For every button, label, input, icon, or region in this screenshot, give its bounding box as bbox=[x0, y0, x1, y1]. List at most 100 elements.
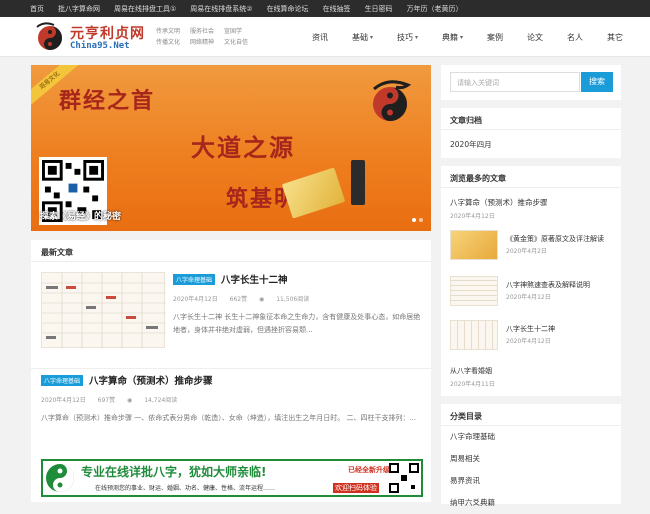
popular-title[interactable]: 八字神煞速查表及解释说明 bbox=[506, 280, 590, 290]
article-views: 14,724阅读 bbox=[144, 397, 178, 404]
eye-icon: ◉ bbox=[127, 397, 133, 404]
popular-date: 2020年4月11日 bbox=[450, 381, 495, 388]
eye-icon: ◉ bbox=[259, 296, 265, 303]
sidebar-categories: 分类目录 八字命理基础 周易相关 易界资讯 纳甲六爻典籍 bbox=[441, 404, 621, 507]
sidebar-popular: 浏览最多的文章 八字算命（预测术）推命步骤 2020年4月12日 《黄金策》原著… bbox=[441, 166, 621, 396]
nav-label: 基础 bbox=[352, 32, 368, 42]
popular-date: 2020年4月12日 bbox=[506, 294, 551, 301]
popular-title[interactable]: 八字长生十二神 bbox=[506, 324, 555, 334]
slider-dot[interactable] bbox=[419, 218, 423, 222]
article-date: 2020年4月12日 bbox=[173, 296, 218, 303]
slogan: 传承文明 bbox=[156, 28, 181, 35]
category-item[interactable]: 周易相关 bbox=[441, 448, 621, 470]
search-input[interactable]: 请输入关键词 bbox=[450, 72, 580, 92]
popular-heading: 浏览最多的文章 bbox=[441, 166, 621, 188]
ad-headline: 专业在线详批八字，犹如大师亲临! bbox=[81, 465, 267, 479]
categories-heading: 分类目录 bbox=[441, 404, 621, 426]
category-item[interactable]: 八字命理基础 bbox=[441, 426, 621, 448]
nav-label: 案例 bbox=[487, 32, 504, 42]
popular-thumbnail[interactable] bbox=[450, 320, 498, 350]
popular-date: 2020年4月12日 bbox=[506, 338, 551, 345]
nav-item[interactable]: 其它 bbox=[607, 32, 623, 43]
article-meta: 2020年4月12日 697赞 ◉ 14,724阅读 bbox=[41, 395, 421, 404]
banner-yinyang-logo-icon bbox=[373, 80, 412, 121]
site-logo-icon[interactable] bbox=[34, 21, 66, 53]
slogans: 传承文明 服务社会 宣国学 传播文化 网络精神 文化自信 bbox=[156, 26, 256, 46]
topbar-link-calendar[interactable]: 万年历（老黄历） bbox=[407, 4, 463, 14]
promo-ad-banner[interactable]: 专业在线详批八字，犹如大师亲临! 在线预测您的事业、财运、婚姻、功名、健康、性格… bbox=[41, 459, 423, 497]
topbar-link-home[interactable]: 首页 bbox=[30, 4, 44, 14]
ad-subline: 在线预测您的事业、财运、婚姻、功名、健康、性格、流年运程…… bbox=[95, 485, 276, 492]
popular-date: 2020年4月12日 bbox=[450, 213, 495, 220]
main-nav: 资讯 基础 ▾ 技巧 ▾ 典籍 ▾ 案例 论文 名人 其它 bbox=[300, 17, 635, 57]
popular-item[interactable]: 八字算命（预测术）推命步骤 2020年4月12日 bbox=[441, 188, 621, 220]
sidebar-search: 请输入关键词 搜索 bbox=[441, 65, 621, 100]
nav-item[interactable]: 名人 bbox=[567, 32, 583, 43]
chevron-down-icon: ▾ bbox=[370, 33, 374, 41]
article-item[interactable]: 八字命理基础 八字算命（预测术）推命步骤 2020年4月12日 697赞 ◉ 14… bbox=[31, 368, 431, 448]
slider-dots bbox=[412, 218, 423, 222]
popular-title[interactable]: 从八字看婚姻 bbox=[450, 366, 495, 376]
nav-item[interactable]: 论文 bbox=[527, 32, 543, 43]
article-date: 2020年4月12日 bbox=[41, 397, 86, 404]
popular-thumbnail[interactable] bbox=[450, 276, 498, 306]
slider-dot[interactable] bbox=[412, 218, 416, 222]
article-thumbnail[interactable] bbox=[41, 272, 166, 349]
article-category-tag[interactable]: 八字命理基础 bbox=[41, 374, 84, 386]
topbar-link-bazi[interactable]: 批八字算命网 bbox=[58, 4, 100, 14]
popular-title[interactable]: 《黄金策》原著原文及评注解读 bbox=[506, 234, 604, 244]
nav-label: 论文 bbox=[527, 32, 544, 42]
article-excerpt: 八字长生十二神 长生十二神象征本命之生命力，含有健康及处事心态，如命居绝地者，身… bbox=[173, 313, 421, 334]
nav-item[interactable]: 资讯 bbox=[312, 32, 328, 43]
ad-badge-scan: 欢迎扫码体验 bbox=[333, 483, 379, 493]
article-excerpt: 八字算命（预测术）推命步骤 一、依命式表分男命（乾造）、女命（坤造），填注出生之… bbox=[41, 414, 417, 422]
category-item[interactable]: 易界资讯 bbox=[441, 470, 621, 492]
topbar-link-chouqian[interactable]: 在线抽签 bbox=[323, 4, 351, 14]
topbar-link-birthday[interactable]: 生日密码 bbox=[365, 4, 393, 14]
ad-badge-upgrade: 已经全新升级 bbox=[348, 466, 390, 474]
nav-label: 其它 bbox=[607, 32, 624, 42]
topbar-link-paipan-2[interactable]: 周易在线排盘系统② bbox=[190, 4, 252, 14]
article-title[interactable]: 八字长生十二神 bbox=[221, 275, 288, 286]
popular-title[interactable]: 八字算命（预测术）推命步骤 bbox=[450, 197, 612, 208]
nav-item[interactable]: 技巧 ▾ bbox=[397, 32, 418, 43]
popular-item[interactable]: 从八字看婚姻 2020年4月11日 bbox=[450, 366, 495, 388]
nav-item[interactable]: 案例 bbox=[487, 32, 503, 43]
sidebar-archive: 文章归档 2020年四月 bbox=[441, 108, 621, 158]
yinyang-icon bbox=[46, 464, 74, 492]
topbar-link-forum[interactable]: 在线算命论坛 bbox=[267, 4, 309, 14]
slogan: 服务社会 bbox=[190, 28, 215, 35]
latest-articles: 最新文章 八字命理基础 八字长生十二神 2020年4月12日 662赞 ◉ 11,… bbox=[31, 240, 431, 502]
archive-item[interactable]: 2020年四月 bbox=[441, 130, 621, 159]
banner-ink-decoration bbox=[351, 160, 365, 205]
table-thumbnail-icon bbox=[42, 273, 166, 349]
banner-caption[interactable]: 探索《易经》的秘密 bbox=[40, 209, 121, 222]
article-title[interactable]: 八字算命（预测术）推命步骤 bbox=[89, 376, 213, 387]
popular-thumbnail[interactable] bbox=[450, 230, 498, 260]
nav-label: 资讯 bbox=[312, 32, 328, 42]
slogan: 宣国学 bbox=[224, 28, 243, 35]
hero-banner[interactable]: 周易文化 群经之首 大道之源 筑基明德 探索《易经》的秘密 bbox=[31, 65, 431, 231]
site-domain: China95.Net bbox=[70, 41, 130, 51]
article-item[interactable]: 八字命理基础 八字长生十二神 2020年4月12日 662赞 ◉ 11,506阅读… bbox=[31, 272, 431, 362]
banner-line-1: 群经之首 bbox=[59, 88, 156, 114]
nav-item[interactable]: 基础 ▾ bbox=[352, 32, 373, 43]
site-header: 元亨利贞网 China95.Net 传承文明 服务社会 宣国学 传播文化 网络精… bbox=[0, 17, 650, 57]
article-likes: 662赞 bbox=[229, 296, 248, 303]
site-title[interactable]: 元亨利贞网 bbox=[70, 23, 145, 43]
archive-heading: 文章归档 bbox=[441, 108, 621, 130]
section-heading: 最新文章 bbox=[31, 240, 431, 262]
nav-label: 典籍 bbox=[442, 32, 459, 42]
topbar-link-paipan-1[interactable]: 周易在线排盘工具① bbox=[114, 4, 176, 14]
article-likes: 697赞 bbox=[97, 397, 116, 404]
banner-line-2: 大道之源 bbox=[191, 133, 295, 162]
top-bar: 首页 批八字算命网 周易在线排盘工具① 周易在线排盘系统② 在线算命论坛 在线抽… bbox=[0, 0, 650, 17]
nav-item[interactable]: 典籍 ▾ bbox=[442, 32, 463, 43]
article-category-tag[interactable]: 八字命理基础 bbox=[173, 273, 216, 285]
search-button[interactable]: 搜索 bbox=[581, 72, 613, 92]
popular-date: 2020年4月2日 bbox=[506, 248, 547, 255]
nav-label: 名人 bbox=[567, 32, 584, 42]
category-item[interactable]: 纳甲六爻典籍 bbox=[441, 492, 621, 514]
slogan: 文化自信 bbox=[224, 39, 249, 46]
chevron-down-icon: ▾ bbox=[415, 33, 419, 41]
